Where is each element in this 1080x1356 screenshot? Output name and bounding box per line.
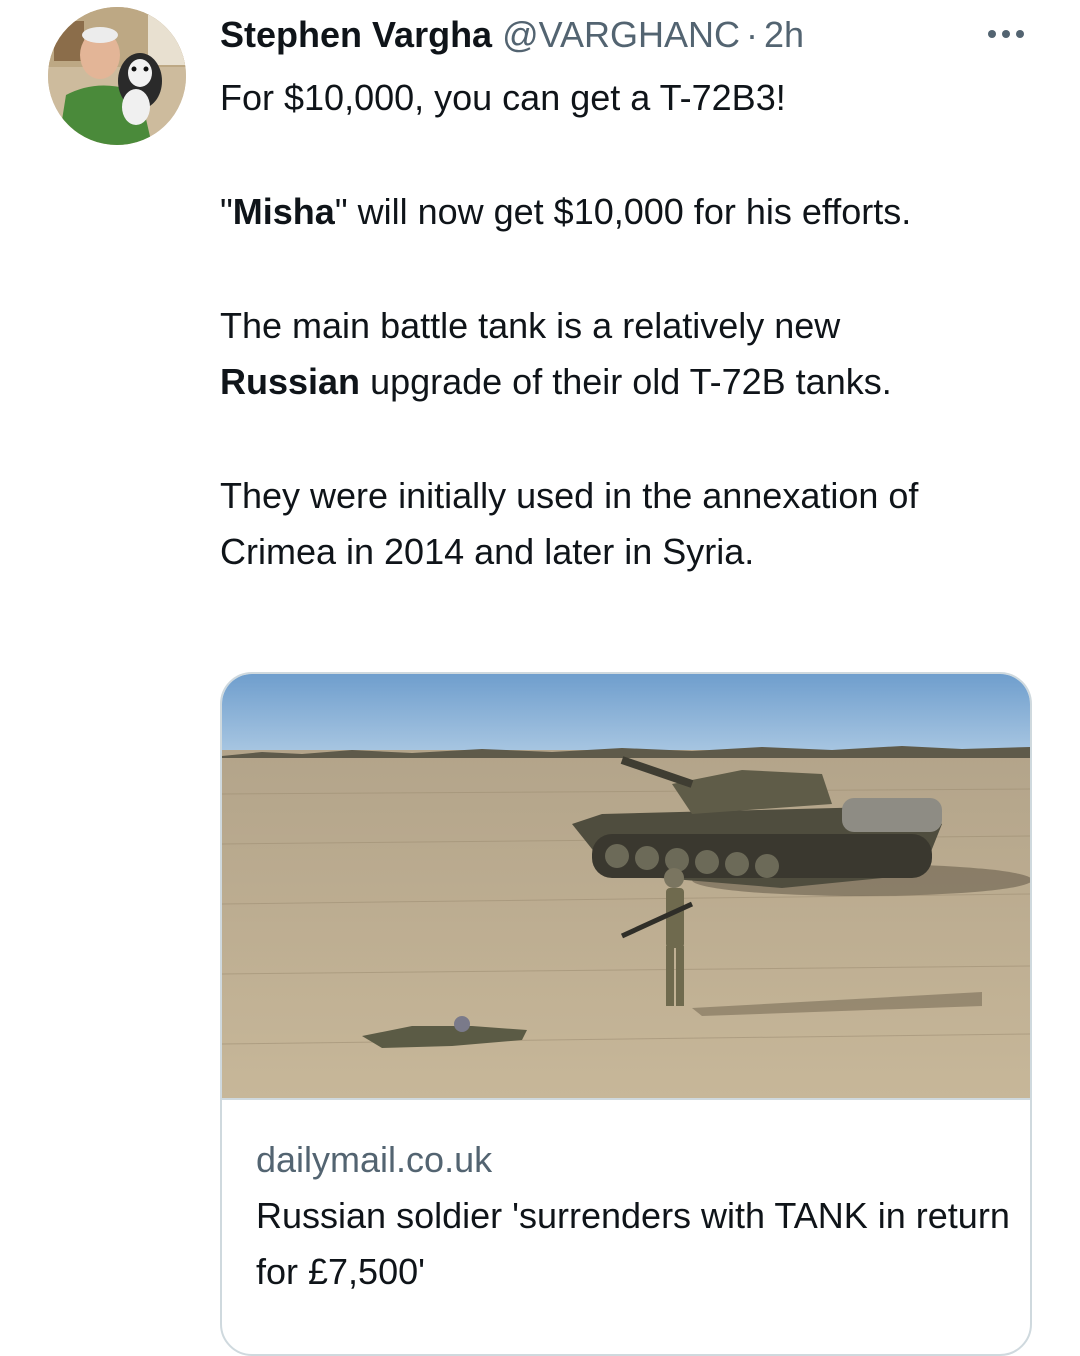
more-options-button[interactable] bbox=[982, 18, 1030, 50]
tweet-paragraph-3-prefix: The main battle tank is a relatively new bbox=[220, 305, 841, 346]
link-card-body: dailymail.co.uk Russian soldier 'surrend… bbox=[256, 1132, 1016, 1300]
link-preview-card[interactable]: dailymail.co.uk Russian soldier 'surrend… bbox=[220, 672, 1032, 1356]
author-name[interactable]: Stephen Vargha bbox=[220, 12, 492, 58]
tweet-timestamp[interactable]: 2h bbox=[764, 12, 804, 58]
author-handle[interactable]: @VARGHANC bbox=[502, 12, 740, 58]
tweet-paragraph-3-rest: upgrade of their old T-72B tanks. bbox=[370, 361, 892, 402]
tweet-page: { "tweet": { "author_name": "Stephen Var… bbox=[0, 0, 1080, 1356]
header-separator: · bbox=[745, 14, 758, 55]
link-title[interactable]: Russian soldier 'surrenders with TANK in… bbox=[256, 1188, 1016, 1300]
avatar-photo bbox=[48, 7, 186, 145]
more-horizontal-icon bbox=[988, 30, 1024, 38]
tweet-paragraph-2-rest: " will now get $10,000 for his efforts. bbox=[334, 191, 912, 232]
link-domain[interactable]: dailymail.co.uk bbox=[256, 1132, 1016, 1188]
tweet-text: For $10,000, you can get a T-72B3! "Mish… bbox=[220, 70, 1040, 580]
tweet-paragraph-3: The main battle tank is a relatively new… bbox=[220, 298, 1040, 410]
bold-misha: Misha bbox=[232, 191, 335, 232]
author-avatar[interactable] bbox=[48, 7, 186, 145]
tweet-header: Stephen Vargha @VARGHANC · 2h bbox=[220, 12, 804, 58]
tweet-paragraph-1: For $10,000, you can get a T-72B3! bbox=[220, 77, 786, 118]
tweet-paragraph-2: "Misha" will now get $10,000 for his eff… bbox=[220, 184, 1040, 240]
quote-mark: " bbox=[220, 191, 233, 232]
bold-russian: Russian bbox=[220, 361, 361, 402]
article-image bbox=[222, 674, 1030, 1100]
tweet-paragraph-4: They were initially used in the annexati… bbox=[220, 475, 919, 572]
